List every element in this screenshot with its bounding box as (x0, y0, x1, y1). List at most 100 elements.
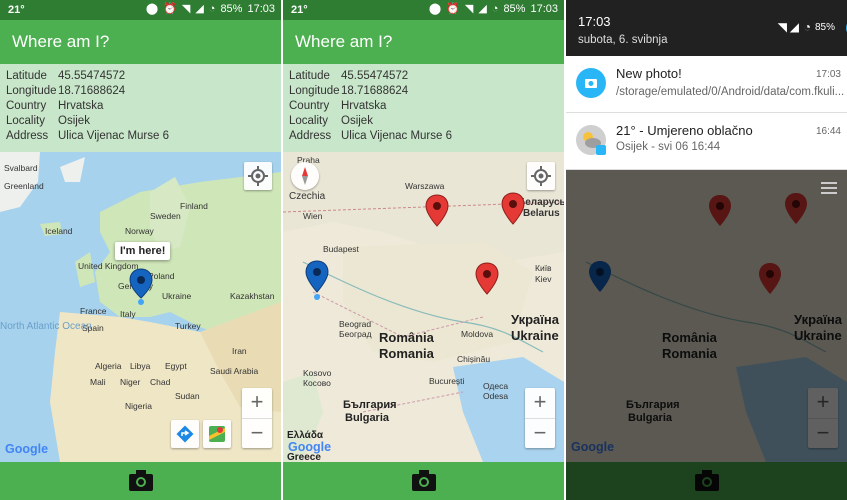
google-logo-text: Google (288, 440, 332, 454)
notification-title: 21° - Umjereno oblačno (616, 123, 753, 138)
map-label: Moldova (461, 329, 494, 339)
map-label: Одеса (483, 381, 509, 391)
info-value: 45.55474572 (58, 70, 126, 82)
map-label: Warszawa (405, 181, 445, 191)
notification-title: New photo! (616, 66, 682, 81)
map-label: Україна (511, 312, 560, 327)
my-location-button[interactable] (244, 162, 272, 190)
info-row-longitude: Longitude18.71688624 (289, 85, 408, 100)
info-label: Country (289, 100, 330, 112)
notification-time: 17:03 (815, 69, 841, 80)
screen-region-map: 21° ⬤ ⏰ ◥ ◢ ◔ 85% 17:03 Where am I? Lati… (283, 0, 564, 500)
info-row-longitude: Longitude18.71688624 (6, 85, 125, 100)
compass-button[interactable] (291, 162, 319, 190)
info-row-latitude: Latitude 45.55474572 (289, 70, 408, 85)
signal-icon: ◢ (195, 3, 204, 15)
map-label: Iran (232, 346, 247, 356)
notification-new-photo[interactable]: New photo! 17:03 /storage/emulated/0/And… (566, 56, 847, 113)
info-value: Osijek (341, 115, 373, 127)
info-value: Hrvatska (58, 100, 104, 112)
info-row-country: Country Hrvatska (6, 100, 103, 115)
map-label: Sudan (175, 391, 200, 401)
map-label: Iceland (45, 226, 73, 236)
zoom-controls: + − (525, 388, 555, 448)
location-info-panel: Latitude 45.55474572 Longitude18.71688624… (0, 64, 281, 152)
info-label: Locality (289, 115, 328, 127)
map-label: Kiev (535, 274, 552, 284)
camera-button[interactable] (411, 469, 437, 493)
screen-notification-shade: Where am I? Україна Ukraine România Roma… (566, 0, 847, 500)
status-time: 17:03 (530, 3, 558, 15)
location-marker-icon[interactable] (129, 268, 153, 306)
map-label: Mali (90, 377, 106, 387)
shade-scrim[interactable] (566, 152, 847, 500)
info-label: Address (6, 130, 49, 142)
map-label: Saudi Arabia (210, 366, 259, 376)
app-title: Where am I? (295, 32, 393, 51)
location-marker-icon[interactable] (305, 260, 329, 302)
saved-marker-icon[interactable] (425, 194, 449, 232)
info-label: Latitude (289, 70, 330, 82)
map-view[interactable]: Praha Czechia Warszawa Беларусь Belarus … (283, 152, 564, 462)
shade-battery: 85% (814, 22, 835, 33)
zoom-in-button[interactable]: + (242, 388, 272, 419)
camera-button[interactable] (128, 469, 154, 493)
info-row-locality: Locality Osijek (289, 115, 373, 130)
map-label: Ukraine (511, 328, 559, 343)
info-label: Country (6, 100, 47, 112)
map-label: Kazakhstan (230, 291, 275, 301)
shade-time: 17:03 (578, 14, 611, 29)
info-label: Locality (6, 115, 45, 127)
map-view[interactable]: Svalbard Greenland Sweden Finland Icelan… (0, 152, 281, 462)
saved-marker-icon[interactable] (475, 262, 499, 300)
layers-icon[interactable] (819, 180, 839, 196)
map-label: България (343, 399, 397, 411)
notification-weather[interactable]: 21° - Umjereno oblačno 16:44 Osijek - sv… (566, 113, 847, 170)
map-label: Finland (180, 201, 208, 211)
google-logo: Google (5, 442, 48, 456)
marker-info-window: I'm here! (115, 242, 171, 260)
zoom-out-button[interactable]: − (242, 419, 272, 449)
map-label: Chișinău (457, 354, 491, 364)
map-label: Косово (303, 378, 331, 388)
directions-button[interactable] (171, 420, 199, 448)
status-time: 17:03 (247, 3, 275, 15)
map-label: Turkey (175, 321, 201, 331)
wifi-icon: ◥ (464, 3, 474, 15)
battery-saver-icon: ◔ (803, 20, 811, 34)
zoom-controls: + − (242, 388, 272, 448)
open-in-maps-button[interactable] (203, 420, 231, 448)
zoom-out-button[interactable]: − (525, 419, 555, 449)
crosshair-icon (248, 166, 268, 186)
camera-app-icon (576, 68, 606, 98)
wifi-icon: ◥ (777, 20, 787, 34)
screen-world-map: 21° ⬤ ⏰ ◥ ◢ ◔ 85% 17:03 Where am I? Lati… (0, 0, 281, 500)
signal-icon: ◢ (789, 20, 799, 34)
weather-cloud-icon (576, 125, 606, 155)
map-label: Czechia (289, 191, 326, 202)
battery-saver-icon: ◔ (208, 3, 216, 15)
status-bar: 21° ⬤ ⏰ ◥ ◢ ◔ 85% 17:03 (0, 0, 281, 20)
notification-header: 17:03 subota, 6. svibnja ◥ ◢ ◔ 85% (566, 0, 847, 56)
info-value: 45.55474572 (341, 70, 409, 82)
info-label: Longitude (289, 85, 340, 97)
map-label: Romania (379, 346, 434, 361)
info-row-address: Address Ulica Vijenac Murse 6 (289, 130, 452, 145)
google-logo-text: Google (5, 442, 49, 456)
my-location-button[interactable] (527, 162, 555, 190)
world-map-land (0, 152, 281, 462)
zoom-in-button[interactable]: + (525, 388, 555, 419)
map-label: North Atlantic Ocean (0, 321, 92, 332)
location-info-panel: Latitude 45.55474572 Longitude18.71688624… (283, 64, 564, 152)
map-label: Київ (535, 263, 552, 273)
location-icon: ⬤ (145, 3, 159, 15)
map-label: România (379, 330, 434, 345)
bottom-bar (283, 462, 564, 500)
info-row-latitude: Latitude 45.55474572 (6, 70, 125, 85)
info-value: Ulica Vijenac Murse 6 (58, 130, 170, 142)
info-value: Ulica Vijenac Murse 6 (341, 130, 453, 142)
info-value: Osijek (58, 115, 90, 127)
saved-marker-icon[interactable] (501, 192, 525, 230)
location-icon: ⬤ (428, 3, 442, 15)
status-bar: 21° ⬤ ⏰ ◥ ◢ ◔ 85% 17:03 (283, 0, 564, 20)
